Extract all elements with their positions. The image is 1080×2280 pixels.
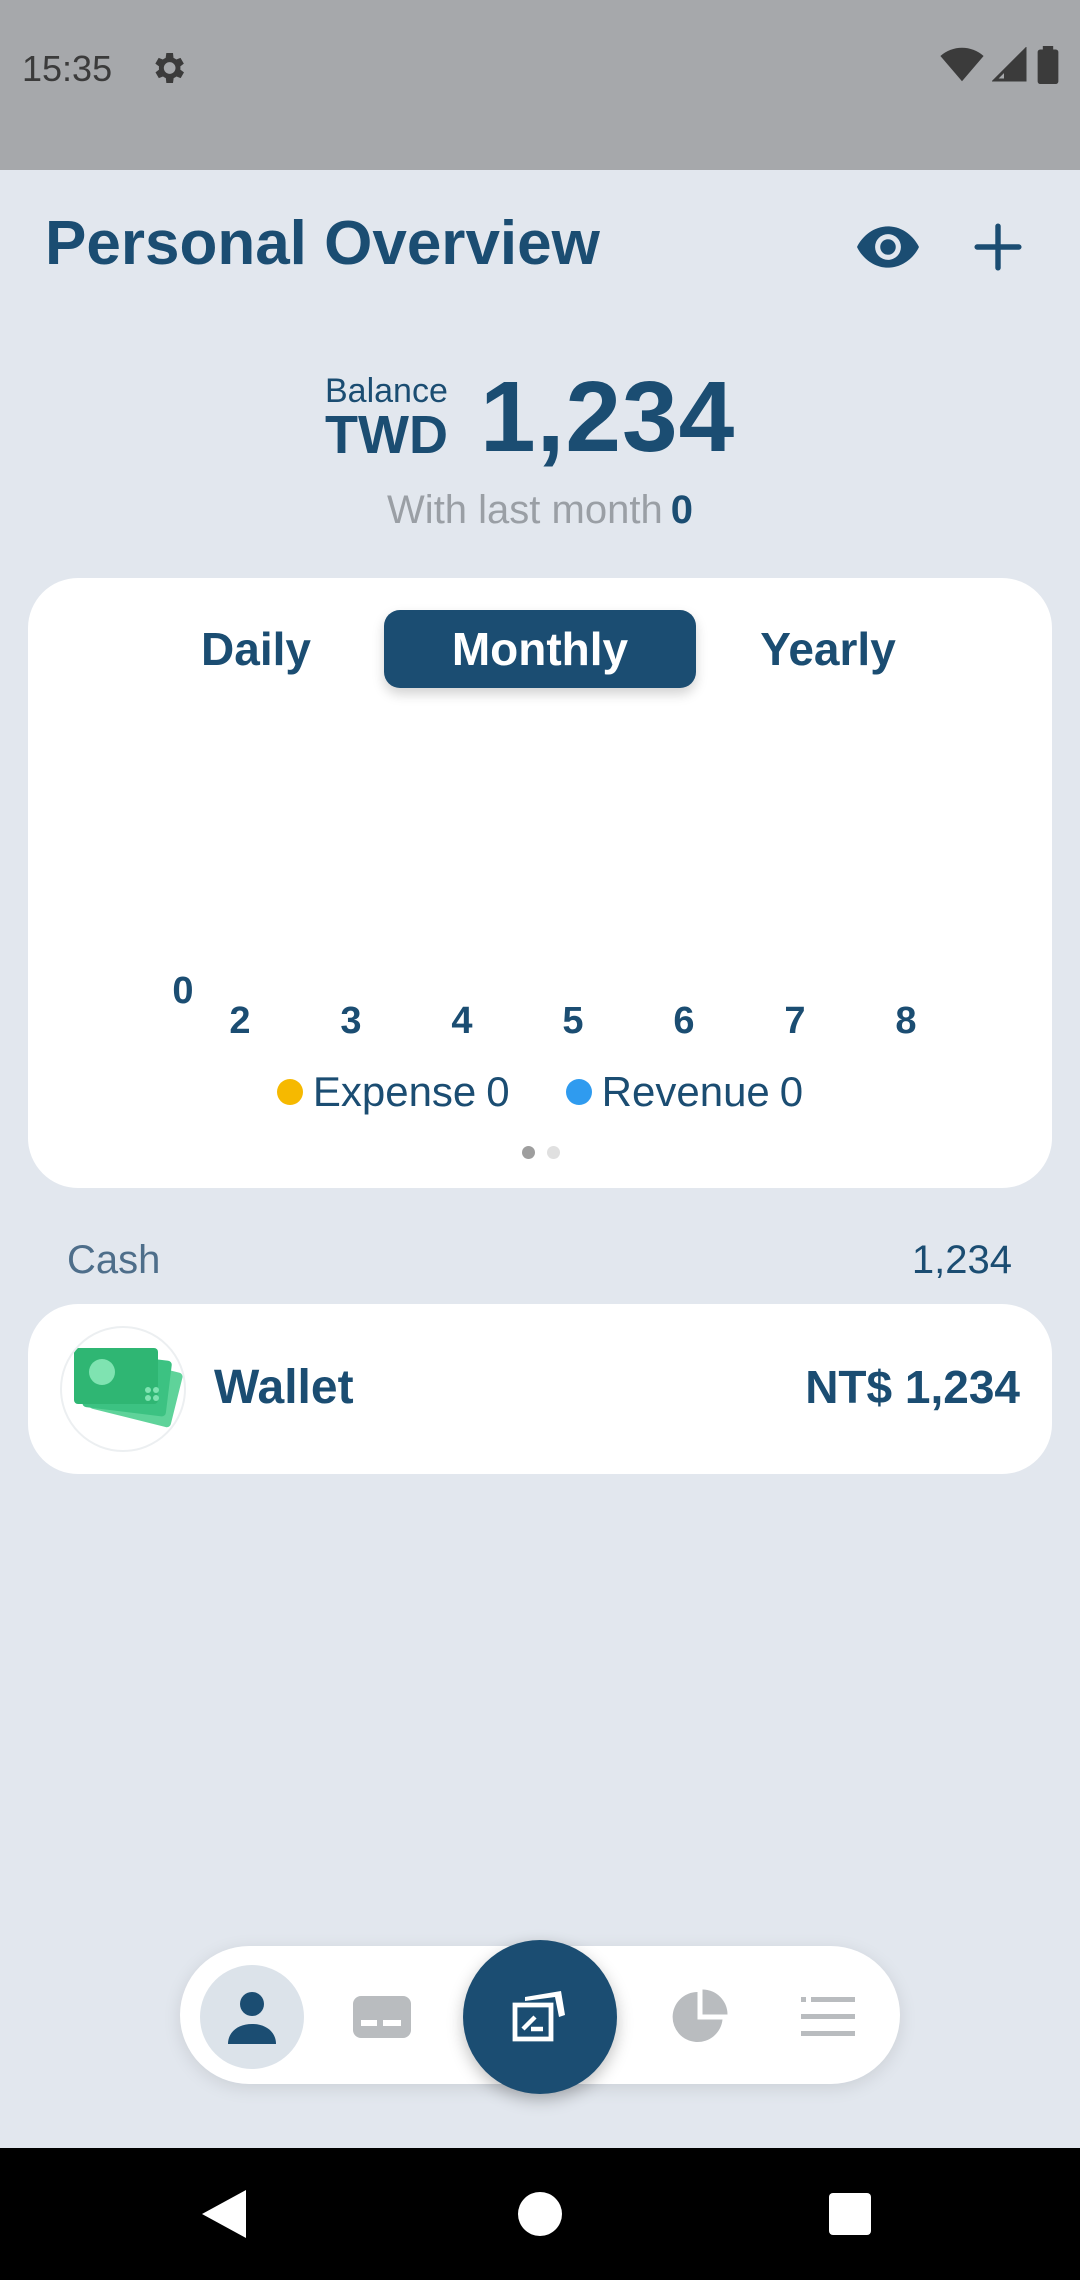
- legend-revenue: Revenue 0: [565, 1068, 804, 1116]
- battery-icon: [1037, 46, 1059, 84]
- balance-summary: Balance TWD 1,234: [0, 360, 1080, 473]
- status-time: 15:35: [22, 48, 113, 89]
- legend-revenue-label: Revenue: [601, 1068, 770, 1115]
- legend-revenue-value: 0: [779, 1068, 804, 1115]
- wifi-icon: [940, 47, 984, 82]
- revenue-dot-icon: [565, 1079, 592, 1105]
- status-icons: [940, 46, 1060, 84]
- last-month-label: With last month: [387, 488, 663, 532]
- status-bar: 15:35: [0, 0, 1080, 170]
- x-tick-label: 3: [340, 1000, 361, 1042]
- legend-expense-value: 0: [486, 1068, 510, 1115]
- x-tick-label: 6: [673, 1000, 694, 1042]
- balance-amount: 1,234: [480, 361, 736, 473]
- nav-accounts[interactable]: [330, 1965, 434, 2069]
- toggle-visibility-button[interactable]: [848, 207, 928, 287]
- home-button[interactable]: [508, 2182, 572, 2246]
- expense-dot-icon: [276, 1079, 303, 1105]
- account-row-wallet[interactable]: Wallet NT$ 1,234: [28, 1304, 1052, 1474]
- y-tick-label: 0: [172, 970, 193, 1012]
- add-record-button[interactable]: [463, 1940, 617, 2094]
- settings-gear-icon: [155, 53, 184, 83]
- back-button[interactable]: [192, 2182, 256, 2246]
- legend-expense-label: Expense: [312, 1068, 477, 1115]
- nav-profile[interactable]: [200, 1965, 304, 2069]
- plus-icon: [974, 223, 1022, 271]
- recents-button[interactable]: [818, 2182, 882, 2246]
- page-dot[interactable]: [522, 1146, 535, 1159]
- nav-statistics[interactable]: [648, 1965, 752, 2069]
- legend-expense: Expense 0: [276, 1068, 510, 1116]
- x-tick-label: 4: [451, 1000, 472, 1042]
- x-tick-label: 7: [784, 1000, 805, 1042]
- money-icon: [74, 1348, 183, 1428]
- last-month-comparison: With last month 0: [0, 488, 1080, 533]
- page-indicator: [522, 1146, 560, 1159]
- menu-icon: [801, 1997, 855, 2036]
- balance-currency: TWD: [325, 405, 448, 465]
- section-total: 1,234: [911, 1238, 1012, 1282]
- last-month-value: 0: [670, 488, 693, 532]
- x-tick-label: 2: [229, 1000, 250, 1042]
- account-amount: NT$ 1,234: [805, 1361, 1020, 1413]
- account-avatar: [60, 1326, 186, 1452]
- eye-icon: [857, 226, 919, 268]
- x-tick-label: 8: [895, 1000, 916, 1042]
- page-dot[interactable]: [547, 1146, 560, 1159]
- nav-more[interactable]: [776, 1965, 880, 2069]
- back-icon: [202, 2190, 246, 2238]
- person-icon: [228, 1992, 276, 2044]
- home-icon: [518, 2192, 562, 2236]
- system-navigation-bar: [0, 2148, 1080, 2280]
- account-name: Wallet: [214, 1361, 354, 1414]
- recents-icon: [829, 2193, 871, 2235]
- signal-icon: [992, 47, 1027, 82]
- section-label: Cash: [67, 1238, 161, 1282]
- pie-chart-icon: [672, 1989, 728, 2042]
- page-title: Personal Overview: [45, 209, 600, 278]
- chart-legend: Expense 0 Revenue 0: [28, 1068, 1052, 1116]
- add-record-icon: [512, 1991, 565, 2042]
- x-tick-label: 5: [562, 1000, 583, 1042]
- add-button[interactable]: [958, 207, 1038, 287]
- chart-card: Daily Monthly Yearly 02345678 Expense 0 …: [28, 578, 1052, 1188]
- card-icon: [353, 1996, 411, 2038]
